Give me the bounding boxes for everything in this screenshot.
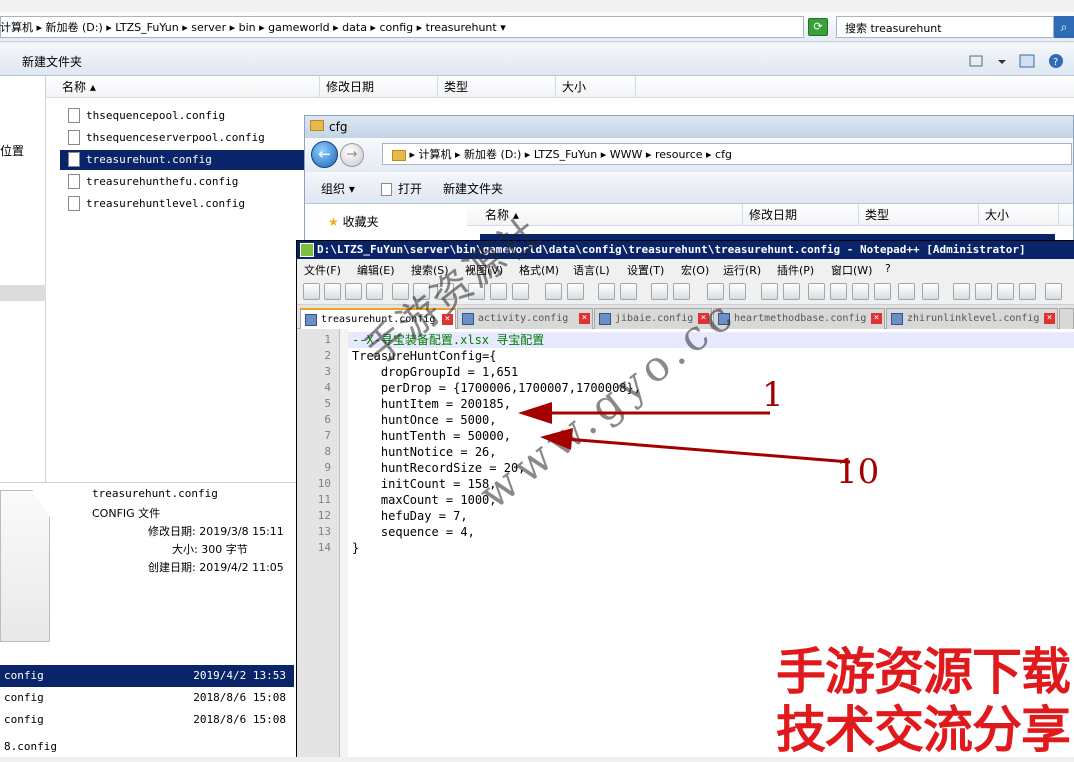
annotation-label-10: 10	[836, 452, 880, 492]
arrow-to-huntonce	[518, 402, 770, 424]
promo-banner-line2: 技术交流分享	[776, 701, 1071, 759]
annotation-label-1: 1	[762, 375, 784, 415]
arrow-to-hunttenth	[540, 428, 851, 464]
